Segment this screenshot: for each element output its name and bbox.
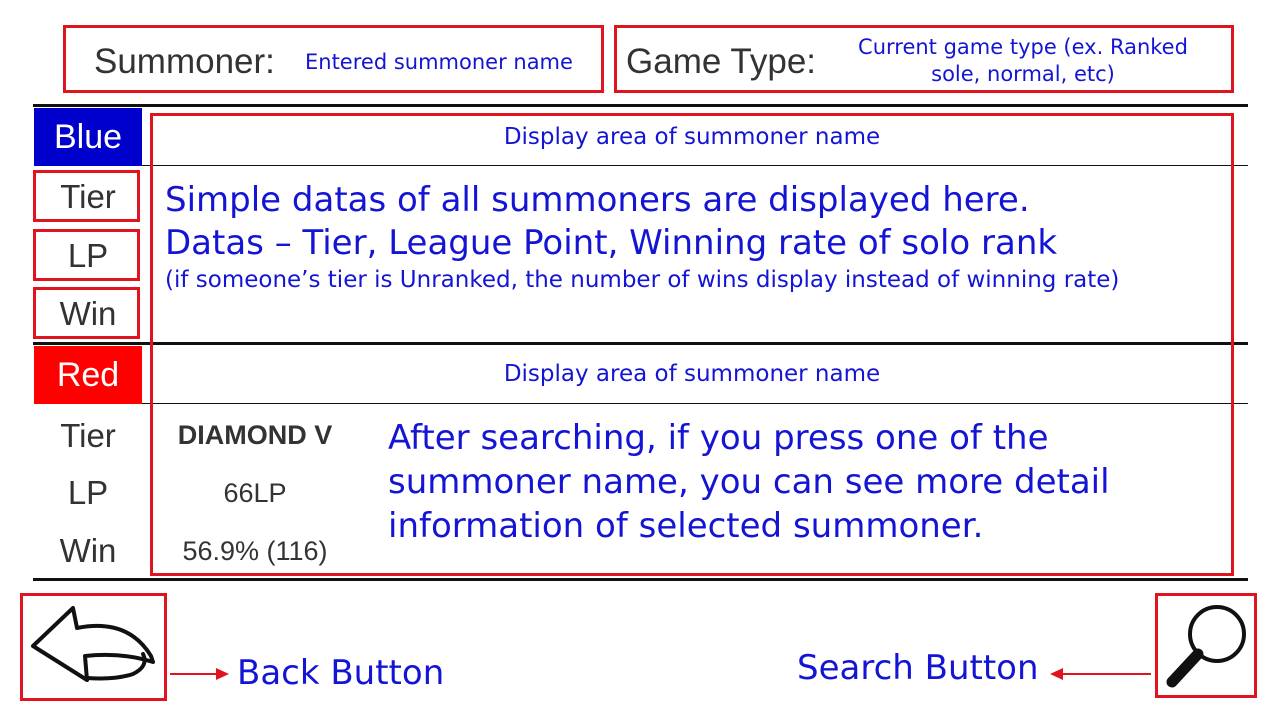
search-pointer-line bbox=[1058, 673, 1151, 675]
game-type-field: Game Type: Current game type (ex. Ranked… bbox=[614, 25, 1234, 93]
back-pointer-line bbox=[170, 673, 220, 675]
blue-tier-label: Tier bbox=[60, 178, 116, 215]
back-pointer-arrowhead bbox=[216, 668, 229, 680]
search-button-annotation: Search Button bbox=[797, 648, 1039, 688]
divider-bottom bbox=[33, 578, 1248, 581]
summoner-label: Summoner: bbox=[94, 42, 275, 81]
search-button[interactable] bbox=[1155, 593, 1257, 698]
back-button-annotation: Back Button bbox=[237, 653, 445, 693]
summoner-list-area bbox=[150, 113, 1234, 576]
summoner-annotation: Entered summoner name bbox=[305, 50, 573, 74]
blue-lp-label: LP bbox=[67, 237, 109, 274]
summoner-field[interactable]: Summoner: Entered summoner name bbox=[63, 25, 604, 93]
red-lp-label: LP bbox=[67, 474, 109, 511]
search-pointer-arrowhead bbox=[1050, 668, 1063, 680]
back-arrow-icon bbox=[31, 606, 155, 682]
red-win-label: Win bbox=[59, 532, 117, 569]
back-button[interactable] bbox=[20, 593, 167, 701]
game-type-label: Game Type: bbox=[626, 42, 817, 81]
blue-team-label: Blue bbox=[34, 108, 142, 166]
blue-win-label: Win bbox=[59, 295, 117, 332]
magnifier-icon bbox=[1166, 605, 1246, 688]
red-team-label: Red bbox=[34, 346, 142, 404]
divider-top bbox=[33, 104, 1248, 107]
red-tier-label: Tier bbox=[60, 417, 116, 454]
game-type-annotation: Current game type (ex. Ranked sole, norm… bbox=[858, 35, 1188, 86]
